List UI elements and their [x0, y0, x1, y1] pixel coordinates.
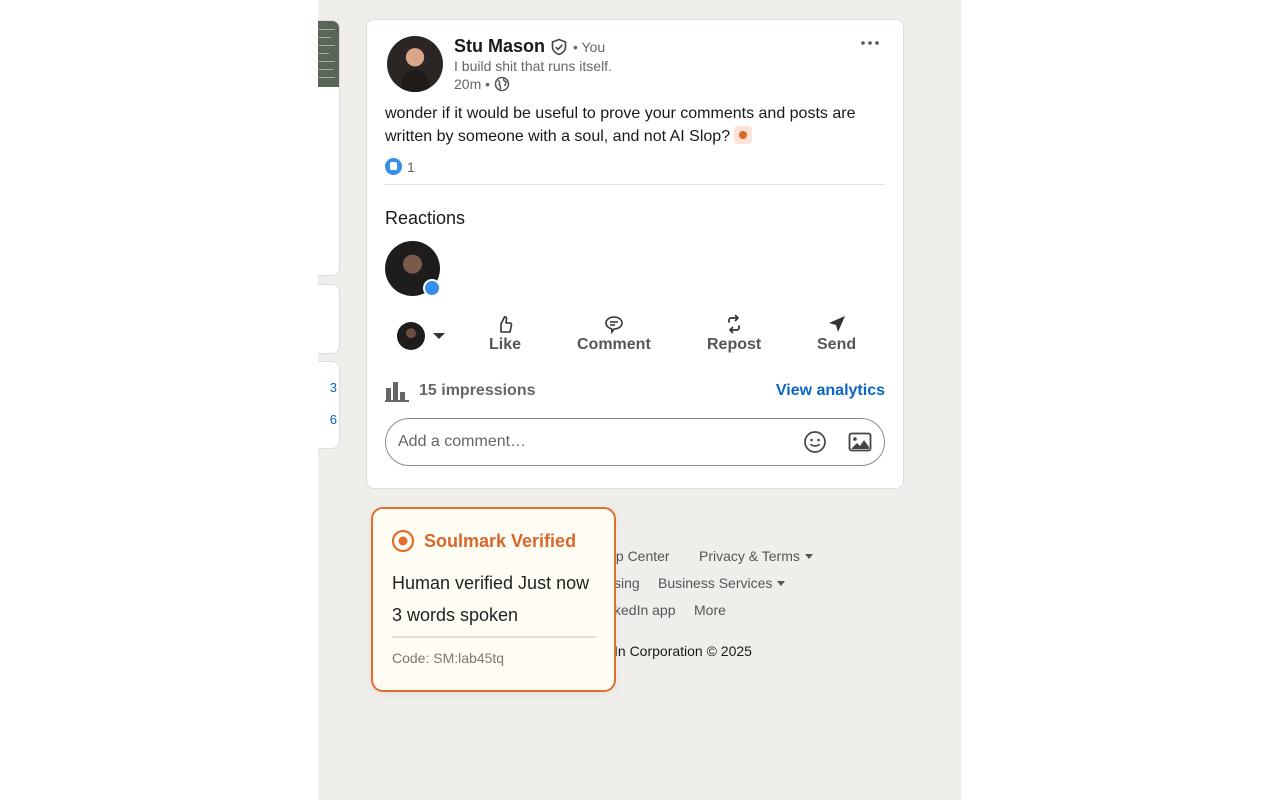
post-body: wonder if it would be useful to prove yo… — [385, 102, 895, 148]
caret-down-icon — [433, 333, 445, 339]
post-time: 20m • — [454, 76, 491, 92]
bar-chart-icon — [385, 382, 409, 402]
author-name[interactable]: Stu Mason — [454, 36, 545, 57]
divider — [385, 184, 885, 185]
image-icon[interactable] — [848, 430, 872, 454]
reactions-title: Reactions — [385, 208, 466, 228]
post-meta: 20m • — [454, 76, 510, 92]
verified-shield-icon — [551, 38, 567, 56]
post-card: Stu Mason • You I build shit that runs i… — [366, 19, 904, 489]
advertising-link[interactable]: sing — [614, 575, 640, 591]
send-button[interactable]: Send — [817, 314, 856, 354]
left-profile-card[interactable] — [318, 20, 340, 276]
globe-icon — [494, 76, 510, 92]
like-reaction-icon — [385, 158, 402, 175]
soulmark-icon — [391, 529, 415, 553]
business-services-link[interactable]: Business Services — [658, 575, 786, 591]
comment-icon — [605, 316, 623, 334]
verification-code: Code: SM:lab45tq — [392, 650, 505, 666]
actor-avatar — [397, 322, 425, 350]
get-app-link[interactable]: kedIn app — [614, 602, 676, 618]
comment-input[interactable] — [398, 419, 788, 465]
left-card-bottom: 3 6 — [318, 361, 340, 449]
emoji-icon[interactable] — [803, 430, 827, 454]
view-analytics-link[interactable]: View analytics — [776, 382, 885, 400]
impressions-stat[interactable]: 15 impressions — [385, 380, 536, 402]
like-button[interactable]: Like — [489, 314, 521, 354]
you-label: • You — [573, 39, 606, 55]
like-icon — [500, 316, 513, 333]
feed-canvas: 3 6 Stu Mason • You I build shit that ru… — [318, 0, 961, 800]
author-headline: I build shit that runs itself. — [454, 58, 612, 74]
copyright: In Corporation © 2025 — [614, 643, 752, 659]
divider — [392, 636, 596, 638]
business-services-label: Business Services — [658, 575, 773, 591]
word-count: 3 words spoken — [392, 605, 519, 625]
repost-icon — [728, 314, 740, 334]
verification-status: Human verified Just now — [392, 573, 590, 593]
soulmark-popover: Soulmark Verified Human verified Just no… — [371, 507, 616, 692]
post-text: wonder if it would be useful to prove yo… — [385, 105, 856, 145]
left-card-stat-2[interactable]: 6 — [330, 412, 337, 427]
impressions-count: 15 impressions — [419, 382, 536, 399]
comment-box — [385, 418, 885, 466]
reaction-summary[interactable]: 1 — [385, 158, 415, 175]
privacy-terms-label: Privacy & Terms — [699, 548, 800, 564]
author-avatar[interactable] — [387, 36, 443, 92]
reactor-like-icon — [423, 279, 441, 297]
repost-label: Repost — [707, 336, 762, 353]
comment-button[interactable]: Comment — [577, 314, 651, 354]
more-options-icon[interactable] — [859, 36, 881, 50]
caret-down-icon — [777, 581, 786, 586]
reaction-count: 1 — [407, 158, 415, 175]
more-link[interactable]: More — [694, 602, 726, 618]
like-label: Like — [489, 336, 522, 353]
comment-label: Comment — [577, 336, 651, 353]
send-icon — [828, 316, 845, 332]
soulmark-badge-icon[interactable] — [734, 126, 753, 144]
caret-down-icon — [804, 554, 813, 559]
post-actions-bar: Like Comment Repost Send — [385, 314, 895, 358]
repost-button[interactable]: Repost — [707, 314, 761, 354]
profile-banner-thumbnail — [318, 21, 339, 87]
send-label: Send — [817, 336, 857, 353]
soulmark-title: Soulmark Verified — [424, 531, 577, 551]
left-card-middle — [318, 284, 340, 354]
left-card-stat-1[interactable]: 3 — [330, 380, 337, 395]
privacy-terms-link[interactable]: Privacy & Terms — [699, 548, 813, 564]
actor-switcher[interactable] — [397, 322, 445, 350]
